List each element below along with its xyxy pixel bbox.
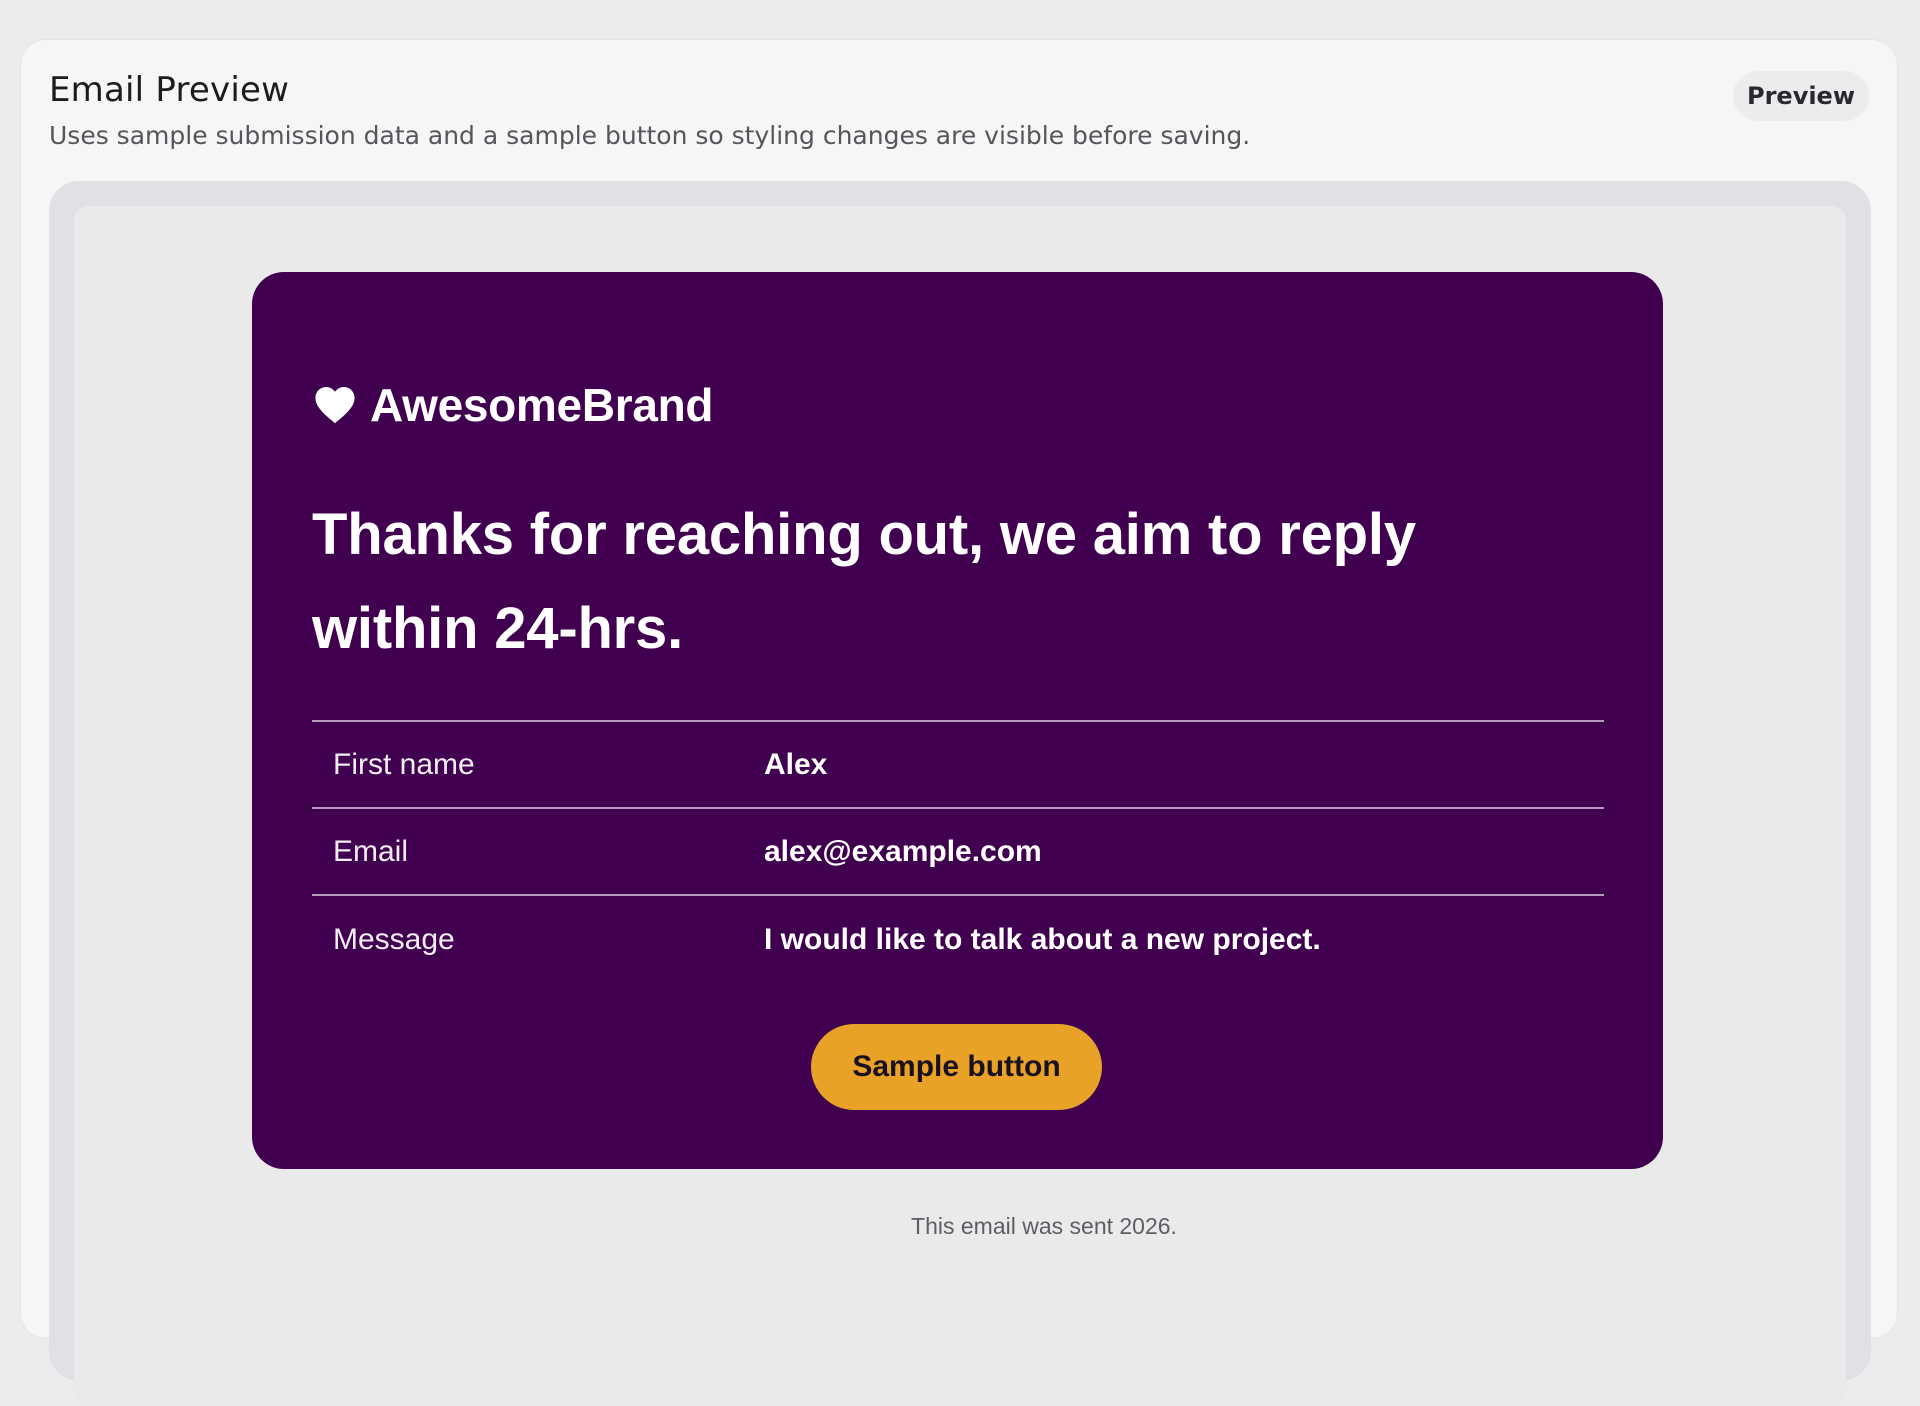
preview-canvas: AwesomeBrand Thanks for reaching out, we… [74,206,1846,1406]
field-row-message: Message I would like to talk about a new… [312,896,1604,983]
field-value: I would like to talk about a new project… [764,922,1321,956]
email-preview-panel: Email Preview Uses sample submission dat… [20,39,1898,1406]
brand: AwesomeBrand [312,378,714,432]
submission-fields: First name Alex Email alex@example.com M… [312,720,1604,983]
email-card: AwesomeBrand Thanks for reaching out, we… [252,272,1663,1169]
field-label: Message [333,922,455,956]
panel-subtitle: Uses sample submission data and a sample… [49,121,1251,150]
preview-frame: AwesomeBrand Thanks for reaching out, we… [49,181,1871,1406]
field-row-first-name: First name Alex [312,722,1604,809]
field-label: First name [333,747,475,781]
email-footer-note: This email was sent 2026. [911,1213,1177,1239]
field-value: alex@example.com [764,834,1042,868]
field-label: Email [333,834,409,868]
preview-badge[interactable]: Preview [1733,71,1869,121]
brand-name: AwesomeBrand [370,379,714,431]
email-headline: Thanks for reaching out, we aim to reply… [312,502,1416,661]
heart-icon [315,386,355,424]
sample-button[interactable]: Sample button [811,1024,1102,1110]
field-row-email: Email alex@example.com [312,809,1604,896]
field-value: Alex [764,747,828,781]
panel-title: Email Preview [49,70,290,110]
